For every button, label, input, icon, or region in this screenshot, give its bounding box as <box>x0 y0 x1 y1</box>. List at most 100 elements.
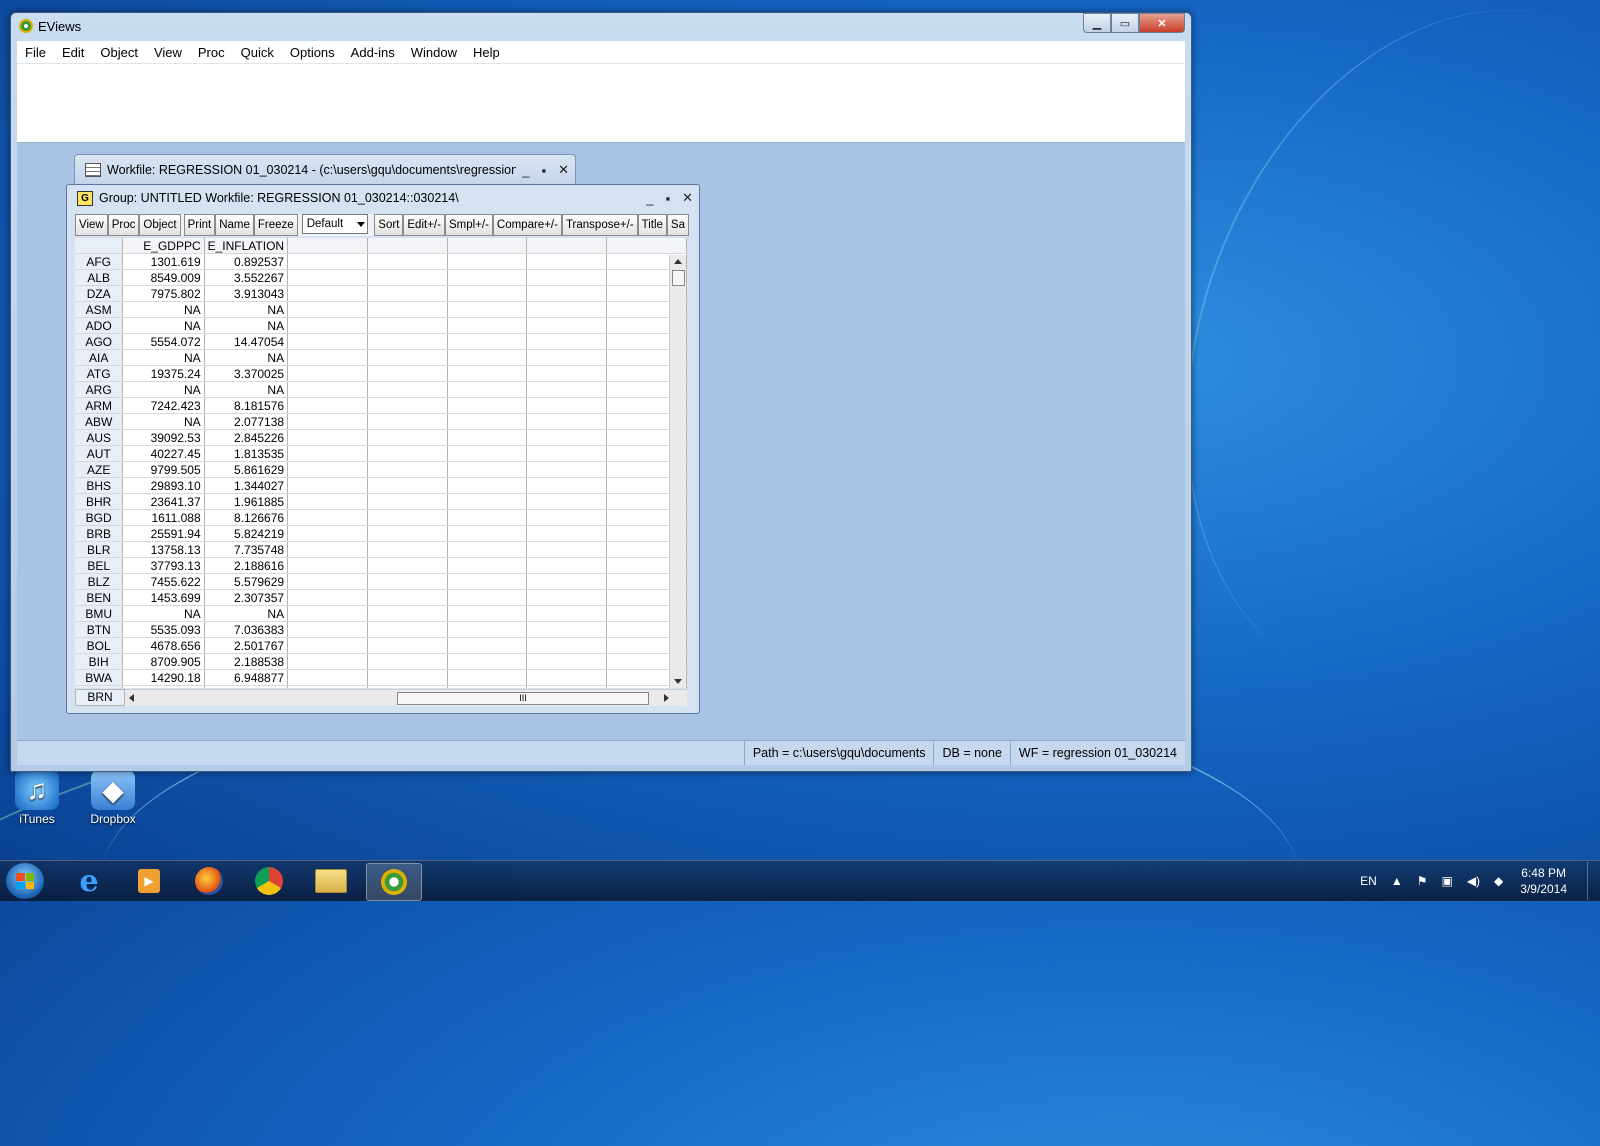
corner-cell[interactable] <box>75 238 124 254</box>
cell-empty[interactable] <box>287 317 368 334</box>
cell-e-gdppc[interactable]: 8549.009 <box>122 269 205 286</box>
cell-empty[interactable] <box>526 301 608 318</box>
cell-empty[interactable] <box>526 349 608 366</box>
cell-e-inflation[interactable]: NA <box>204 317 289 334</box>
vertical-scrollbar[interactable] <box>669 255 686 688</box>
cell-empty[interactable] <box>526 557 608 574</box>
cell-e-inflation[interactable]: 3.552267 <box>204 269 289 286</box>
cell-empty[interactable] <box>287 285 368 302</box>
row-header[interactable]: BEL <box>75 557 124 574</box>
cell-empty[interactable] <box>447 301 528 318</box>
horizontal-scroll-thumb[interactable]: III <box>397 692 649 705</box>
cell-e-inflation[interactable]: 3.913043 <box>204 285 289 302</box>
command-window[interactable] <box>17 64 1185 143</box>
column-header-e-inflation[interactable]: E_INFLATION <box>204 238 289 254</box>
horizontal-scrollbar[interactable]: III <box>125 689 687 706</box>
cell-empty[interactable] <box>447 573 528 590</box>
cell-e-inflation[interactable]: 1.813535 <box>204 445 289 462</box>
cell-empty[interactable] <box>526 493 608 510</box>
cell-empty[interactable] <box>526 285 608 302</box>
menu-file[interactable]: File <box>17 45 54 60</box>
smpl-toggle-button[interactable]: Smpl+/- <box>444 214 493 236</box>
sample-button[interactable]: Sa <box>666 214 689 236</box>
cell-empty[interactable] <box>287 621 368 638</box>
scroll-down-icon[interactable] <box>674 679 682 684</box>
cell-empty[interactable] <box>367 685 448 688</box>
cell-empty[interactable] <box>526 397 608 414</box>
cell-e-gdppc[interactable]: 13758.13 <box>122 541 205 558</box>
cell-e-inflation[interactable]: NA <box>204 301 289 318</box>
cell-empty[interactable] <box>367 669 448 686</box>
cell-empty[interactable] <box>287 573 368 590</box>
cell-empty[interactable] <box>367 461 448 478</box>
cell-e-gdppc[interactable]: 7455.622 <box>122 573 205 590</box>
cell-empty[interactable] <box>447 557 528 574</box>
cell-empty[interactable] <box>526 685 608 688</box>
cell-e-gdppc[interactable]: 7975.802 <box>122 285 205 302</box>
cell-empty[interactable] <box>447 269 528 286</box>
cell-empty[interactable] <box>447 525 528 542</box>
cell-e-gdppc[interactable]: 1611.088 <box>122 509 205 526</box>
cell-empty[interactable] <box>367 621 448 638</box>
taskbar-firefox[interactable] <box>182 863 236 899</box>
menu-edit[interactable]: Edit <box>54 45 92 60</box>
cell-e-inflation[interactable]: NA <box>204 349 289 366</box>
cell-e-gdppc[interactable]: 23641.37 <box>122 493 205 510</box>
cell-empty[interactable] <box>367 509 448 526</box>
cell-empty[interactable] <box>447 589 528 606</box>
cell-e-inflation[interactable]: 2.188616 <box>204 557 289 574</box>
cell-e-gdppc[interactable]: 7242.423 <box>122 397 205 414</box>
cell-empty[interactable] <box>367 573 448 590</box>
spreadsheet[interactable]: E_GDPPC E_INFLATION AFG 1301.619 0.892537 A… <box>75 238 687 688</box>
cell-empty[interactable] <box>287 413 368 430</box>
cell-empty[interactable] <box>367 637 448 654</box>
row-header[interactable]: BLZ <box>75 573 124 590</box>
maximize-button[interactable]: ▭ <box>1111 13 1139 33</box>
cell-e-inflation[interactable]: 1.961885 <box>204 493 289 510</box>
dropbox-tray-icon[interactable]: ◆ <box>1494 874 1503 888</box>
cell-e-gdppc[interactable]: NA <box>122 301 205 318</box>
taskbar-ie[interactable]: e <box>62 863 116 899</box>
cell-e-inflation[interactable]: 2.845226 <box>204 429 289 446</box>
cell-e-gdppc[interactable]: 8709.905 <box>122 653 205 670</box>
compare-toggle-button[interactable]: Compare+/- <box>492 214 562 236</box>
cell-empty[interactable] <box>367 317 448 334</box>
workfile-close-button[interactable]: ✕ <box>558 162 569 178</box>
cell-empty[interactable] <box>367 365 448 382</box>
cell-empty[interactable] <box>287 669 368 686</box>
column-header-empty[interactable] <box>606 238 687 254</box>
row-header[interactable]: BRB <box>75 525 124 542</box>
cell-empty[interactable] <box>526 381 608 398</box>
cell-e-gdppc[interactable]: 4678.656 <box>122 637 205 654</box>
cell-empty[interactable] <box>367 397 448 414</box>
row-header[interactable]: AUS <box>75 429 124 446</box>
cell-e-gdppc[interactable]: 11089.51 <box>122 685 205 688</box>
cell-empty[interactable] <box>447 429 528 446</box>
cell-empty[interactable] <box>526 605 608 622</box>
transpose-toggle-button[interactable]: Transpose+/- <box>561 214 638 236</box>
cell-empty[interactable] <box>287 493 368 510</box>
row-header[interactable]: BRA <box>75 685 124 688</box>
column-header-empty[interactable] <box>287 238 368 254</box>
cell-empty[interactable] <box>526 429 608 446</box>
cell-e-inflation[interactable]: NA <box>204 381 289 398</box>
cell-e-inflation[interactable]: 7.735748 <box>204 541 289 558</box>
cell-empty[interactable] <box>447 253 528 270</box>
window-titlebar[interactable]: EViews ▁ ▭ ✕ <box>11 13 1191 39</box>
cell-empty[interactable] <box>526 573 608 590</box>
cell-e-gdppc[interactable]: 39092.53 <box>122 429 205 446</box>
menu-help[interactable]: Help <box>465 45 508 60</box>
cell-empty[interactable] <box>367 525 448 542</box>
cell-empty[interactable] <box>367 541 448 558</box>
cell-empty[interactable] <box>447 605 528 622</box>
sort-button[interactable]: Sort <box>374 214 404 236</box>
cell-empty[interactable] <box>447 349 528 366</box>
menu-quick[interactable]: Quick <box>233 45 282 60</box>
cell-empty[interactable] <box>287 685 368 688</box>
cell-empty[interactable] <box>447 637 528 654</box>
cell-e-gdppc[interactable]: 40227.45 <box>122 445 205 462</box>
row-header[interactable]: AIA <box>75 349 124 366</box>
cell-empty[interactable] <box>287 525 368 542</box>
workfile-window[interactable]: Workfile: REGRESSION 01_030214 - (c:\use… <box>74 154 576 186</box>
menu-proc[interactable]: Proc <box>190 45 233 60</box>
